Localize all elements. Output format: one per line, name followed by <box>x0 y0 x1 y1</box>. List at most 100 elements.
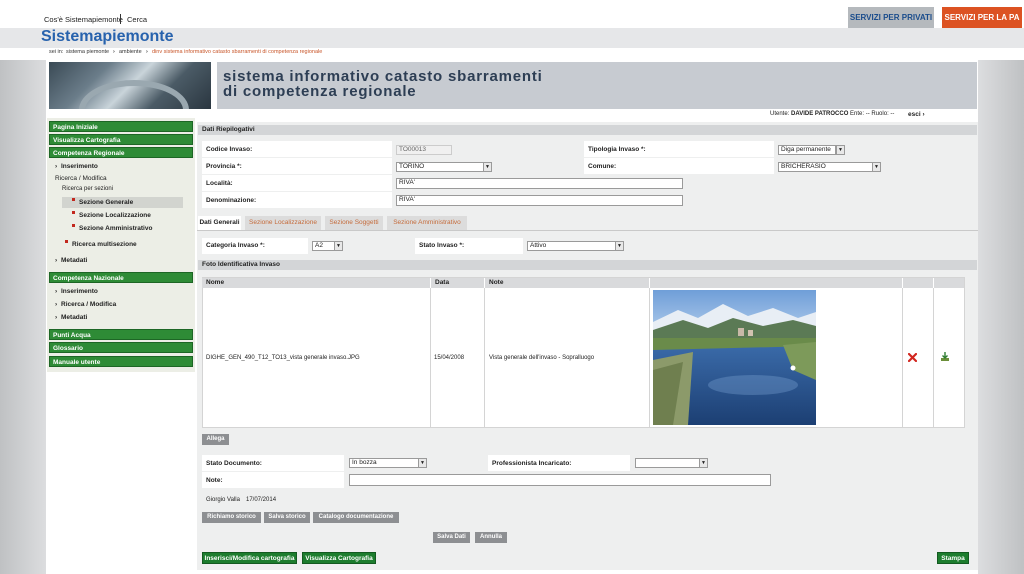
site-title[interactable]: Sistemapiemonte <box>41 28 173 46</box>
column-header-delete <box>903 278 933 288</box>
sidebar-item-naz-inserimento[interactable]: Inserimento <box>61 288 98 295</box>
sidebar-item-sezione-generale[interactable]: Sezione Generale <box>79 199 133 206</box>
breadcrumb-item[interactable]: ambiente <box>119 49 142 55</box>
link-about[interactable]: Cos'è Sistemapiemonte <box>44 15 123 24</box>
download-icon[interactable] <box>940 352 950 362</box>
divider <box>120 14 121 24</box>
catalogo-documentazione-button[interactable]: Catalogo documentazione <box>313 512 399 523</box>
banner-title-line2: di competenza regionale <box>223 83 417 100</box>
label-cell <box>202 472 344 488</box>
logout-link[interactable]: esci › <box>908 111 925 118</box>
sidebar-item-ricerca-per-sezioni[interactable]: Ricerca per sezioni <box>62 186 113 192</box>
breadcrumb-prefix: sei in: <box>49 49 64 55</box>
bullet-icon <box>72 211 75 214</box>
column-header-nome: Nome <box>202 278 430 288</box>
sidebar-item-inserimento[interactable]: Inserimento <box>61 163 98 170</box>
codice-invaso-label: Codice Invaso: <box>206 146 253 153</box>
banner-dam-image <box>49 62 211 109</box>
user-info: Utente: DAVIDE PATROCCO Ente: -- Ruolo: … <box>770 111 894 117</box>
comune-label: Comune: <box>588 163 617 170</box>
sidebar-item-punti-acqua[interactable]: Punti Acqua <box>49 329 193 340</box>
column-header-data: Data <box>431 278 484 288</box>
sidebar-item-visualizza-cartografia[interactable]: Visualizza Cartografia <box>49 134 193 145</box>
stato-invaso-label: Stato Invaso *: <box>419 242 465 249</box>
sidebar-item-sezione-localizzazione[interactable]: Sezione Localizzazione <box>79 212 151 219</box>
chevron-down-icon[interactable]: ▼ <box>483 162 492 172</box>
tab-sezione-soggetti[interactable]: Sezione Soggetti <box>325 216 383 230</box>
chevron-right-icon: › <box>55 257 58 264</box>
comune-select[interactable]: BRICHERASIO <box>778 162 873 172</box>
sidebar-item-naz-metadati[interactable]: Metadati <box>61 314 87 321</box>
sidebar-item-metadati[interactable]: Metadati <box>61 257 87 264</box>
stato-invaso-select[interactable]: Attivo <box>527 241 616 251</box>
sidebar-item-pagina-iniziale[interactable]: Pagina Iniziale <box>49 121 193 132</box>
salva-storico-button[interactable]: Salva storico <box>264 512 310 523</box>
note-input[interactable] <box>349 474 771 486</box>
chevron-down-icon[interactable]: ▼ <box>872 162 881 172</box>
chevron-right-icon: › <box>55 163 58 170</box>
categoria-invaso-label: Categoria Invaso *: <box>206 242 265 249</box>
provincia-select[interactable]: TORINO <box>396 162 484 172</box>
salva-dati-button[interactable]: Salva Dati <box>433 532 470 543</box>
foto-note: Vista generale dell'invaso - Sopralluogo <box>489 355 595 361</box>
bullet-icon <box>65 240 68 243</box>
chevron-down-icon[interactable]: ▼ <box>418 458 427 468</box>
sidebar-item-ricerca-modifica[interactable]: Ricerca / Modifica <box>55 175 107 182</box>
sidebar-item-manuale-utente[interactable]: Manuale utente <box>49 356 193 367</box>
invaso-photo[interactable] <box>653 290 816 425</box>
annulla-button[interactable]: Annulla <box>475 532 507 543</box>
sidebar-item-competenza-nazionale[interactable]: Competenza Nazionale <box>49 272 193 283</box>
foto-table <box>202 277 965 428</box>
chevron-down-icon[interactable]: ▼ <box>699 458 708 468</box>
tipologia-invaso-label: Tipologia Invaso *: <box>588 146 646 153</box>
servizi-privati-button[interactable]: SERVIZI PER PRIVATI <box>848 7 934 28</box>
allega-button[interactable]: Allega <box>202 434 229 445</box>
categoria-invaso-select[interactable]: A2 <box>312 241 335 251</box>
page-margin-left <box>0 60 46 574</box>
bullet-icon <box>72 198 75 201</box>
author-name: Giorgio Valla <box>206 497 240 503</box>
denominazione-label: Denominazione: <box>206 197 257 204</box>
codice-invaso-field: TO00013 <box>396 145 452 155</box>
chevron-right-icon: › <box>55 314 58 321</box>
user-name: DAVIDE PATROCCO <box>791 111 849 117</box>
richiamo-storico-button[interactable]: Richiamo storico <box>202 512 261 523</box>
chevron-right-icon: › <box>55 288 58 295</box>
professionista-select[interactable] <box>635 458 700 468</box>
localita-input[interactable]: RIVA' <box>396 178 683 189</box>
inserisci-cartografia-button[interactable]: Inserisci/Modifica cartografia <box>202 552 297 564</box>
divider <box>649 288 650 428</box>
breadcrumb-item[interactable]: sistema piemonte <box>66 49 109 55</box>
visualizza-cartografia-button[interactable]: Visualizza Cartografia <box>302 552 376 564</box>
column-header-image <box>650 278 902 288</box>
user-ente: Ente: -- Ruolo: -- <box>850 111 895 117</box>
logout-label: esci <box>908 111 921 118</box>
divider <box>484 288 485 428</box>
chevron-right-icon: › <box>922 111 925 118</box>
chevron-down-icon[interactable]: ▼ <box>615 241 624 251</box>
stato-documento-select[interactable]: In bozza <box>349 458 419 468</box>
tab-dati-generali[interactable]: Dati Generali <box>198 216 241 230</box>
section-header-riepilogo: Dati Riepilogativi <box>198 125 977 135</box>
sidebar-item-ricerca-multisezione[interactable]: Ricerca multisezione <box>72 241 137 248</box>
sidebar-item-sezione-amministrativo[interactable]: Sezione Amministrativo <box>79 225 152 232</box>
link-search[interactable]: Cerca <box>127 15 147 24</box>
chevron-right-icon: › <box>146 49 148 55</box>
sidebar-item-glossario[interactable]: Glossario <box>49 342 193 353</box>
localita-label: Località: <box>206 180 233 187</box>
stampa-button[interactable]: Stampa <box>937 552 969 564</box>
column-header-note: Note <box>485 278 649 288</box>
sidebar-item-naz-ricerca-modifica[interactable]: Ricerca / Modifica <box>61 301 116 308</box>
servizi-pa-button[interactable]: SERVIZI PER LA PA <box>942 7 1022 28</box>
sidebar-item-competenza-regionale[interactable]: Competenza Regionale <box>49 147 193 158</box>
denominazione-input[interactable]: RIVA' <box>396 195 683 206</box>
foto-date: 15/04/2008 <box>434 355 465 361</box>
tipologia-invaso-select[interactable]: Diga permanente <box>778 145 836 155</box>
chevron-down-icon[interactable]: ▼ <box>836 145 845 155</box>
delete-icon[interactable] <box>907 352 918 363</box>
chevron-down-icon[interactable]: ▼ <box>334 241 343 251</box>
tab-sezione-amministrativo[interactable]: Sezione Amministrativo <box>387 216 467 230</box>
tab-sezione-localizzazione[interactable]: Sezione Localizzazione <box>245 216 321 230</box>
note-label: Note: <box>206 477 223 484</box>
divider <box>902 288 903 428</box>
